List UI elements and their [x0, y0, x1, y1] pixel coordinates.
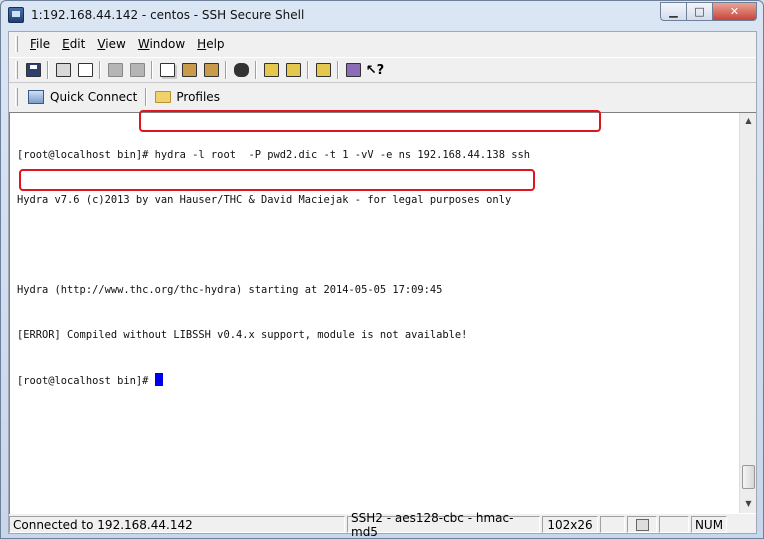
command-highlight-box: [139, 110, 601, 132]
quick-connect-button[interactable]: Quick Connect: [22, 86, 143, 108]
minimize-button[interactable]: ▁: [660, 2, 687, 21]
menu-edit[interactable]: Edit: [56, 37, 91, 51]
menu-help[interactable]: Help: [191, 37, 230, 51]
encryption-icon: [635, 518, 649, 531]
terminal-line: [ERROR] Compiled without LIBSSH v0.4.x s…: [17, 329, 468, 341]
ssh-window: 1:192.168.44.142 - centos - SSH Secure S…: [0, 0, 764, 539]
paste-special-icon: [203, 63, 219, 77]
paste-icon: [181, 63, 197, 77]
cipher-status: SSH2 - aes128-cbc - hmac-md5: [347, 511, 540, 539]
status-pane-empty: [600, 516, 625, 533]
quick-connect-label: Quick Connect: [50, 90, 138, 104]
context-help-button[interactable]: ↖?: [365, 60, 385, 80]
toolbar-separator: [337, 61, 339, 79]
maximize-button[interactable]: □: [687, 2, 713, 21]
save-button[interactable]: [23, 60, 43, 80]
new-file-transfer-icon: [285, 63, 301, 77]
context-help-icon: ↖?: [365, 62, 385, 78]
menu-file[interactable]: File: [24, 37, 56, 51]
profiles-toolbar-button[interactable]: [343, 60, 363, 80]
window-controls: ▁ □ ✕: [660, 2, 757, 21]
disabled-icon-2: [129, 63, 145, 77]
toolbar-separator: [225, 61, 227, 79]
disabled-icon: [107, 63, 123, 77]
connection-status: Connected to 192.168.44.142: [9, 516, 345, 533]
copy-icon: [159, 63, 175, 77]
title-bar[interactable]: 1:192.168.44.142 - centos - SSH Secure S…: [1, 1, 763, 31]
disabled-button-2[interactable]: [127, 60, 147, 80]
profiles-button[interactable]: Profiles: [149, 86, 226, 108]
terminal-line: Hydra (http://www.thc.org/thc-hydra) sta…: [17, 284, 443, 296]
print-preview-icon: [77, 63, 93, 77]
terminal-area[interactable]: [root@localhost bin]# hydra -l root -P p…: [9, 110, 756, 514]
scroll-down-button[interactable]: ▼: [741, 496, 756, 511]
find-icon: [233, 63, 249, 77]
toolbar-separator: [151, 61, 153, 79]
linkbar-separator: [145, 88, 148, 106]
scroll-up-button[interactable]: ▲: [741, 113, 756, 128]
terminal-output: [root@localhost bin]# hydra -l root -P p…: [17, 118, 530, 418]
minimize-icon: ▁: [669, 5, 678, 18]
status-pane-icon: [627, 516, 657, 533]
new-file-transfer-button[interactable]: [283, 60, 303, 80]
close-button[interactable]: ✕: [713, 2, 757, 21]
menubar-grip[interactable]: [15, 36, 18, 52]
disabled-button[interactable]: [105, 60, 125, 80]
scrollbar-thumb[interactable]: [742, 465, 755, 489]
terminal-size-status: 102x26: [542, 516, 598, 533]
new-terminal-button[interactable]: [261, 60, 281, 80]
client-area: File Edit View Window Help ↖? Quick Conn…: [8, 31, 757, 539]
maximize-icon: □: [694, 5, 705, 18]
menu-view[interactable]: View: [91, 37, 131, 51]
menu-bar: File Edit View Window Help: [9, 32, 756, 56]
settings-icon: [315, 63, 331, 77]
status-bar: Connected to 192.168.44.142 SSH2 - aes12…: [9, 511, 756, 539]
save-icon: [25, 63, 41, 77]
folder-icon: [155, 91, 172, 103]
quick-connect-icon: [28, 90, 44, 104]
paste-button[interactable]: [179, 60, 199, 80]
scroll-up-icon: ▲: [745, 116, 752, 125]
settings-button[interactable]: [313, 60, 333, 80]
toolbar-separator: [47, 61, 49, 79]
terminal-line: Hydra v7.6 (c)2013 by van Hauser/THC & D…: [17, 194, 512, 206]
window-title: 1:192.168.44.142 - centos - SSH Secure S…: [31, 8, 305, 22]
ssh-app-icon[interactable]: [8, 7, 24, 23]
terminal-prompt-line: [root@localhost bin]#: [17, 373, 530, 388]
copy-button[interactable]: [157, 60, 177, 80]
vertical-scrollbar[interactable]: ▲ ▼: [739, 113, 756, 513]
scroll-down-icon: ▼: [745, 499, 752, 508]
numlock-status: NUM: [691, 516, 727, 533]
toolbar-grip[interactable]: [15, 61, 18, 79]
print-button[interactable]: [53, 60, 73, 80]
terminal-prompt: [root@localhost bin]#: [17, 375, 155, 387]
menu-window[interactable]: Window: [132, 37, 191, 51]
toolbar-separator: [255, 61, 257, 79]
linkbar-grip[interactable]: [15, 88, 18, 106]
paste-special-button[interactable]: [201, 60, 221, 80]
close-icon: ✕: [729, 5, 740, 18]
terminal-line: [root@localhost bin]# hydra -l root -P p…: [17, 149, 530, 161]
find-button[interactable]: [231, 60, 251, 80]
profiles-icon: [345, 63, 361, 77]
terminal-cursor: [154, 373, 163, 386]
link-bar: Quick Connect Profiles: [9, 84, 756, 110]
error-highlight-box: [19, 169, 535, 191]
new-terminal-icon: [263, 63, 279, 77]
toolbar-separator: [307, 61, 309, 79]
status-pane-empty-2: [659, 516, 689, 533]
profiles-label: Profiles: [176, 90, 220, 104]
print-icon: [55, 63, 71, 77]
toolbar-separator: [99, 61, 101, 79]
main-toolbar: ↖?: [9, 57, 756, 83]
print-preview-button[interactable]: [75, 60, 95, 80]
